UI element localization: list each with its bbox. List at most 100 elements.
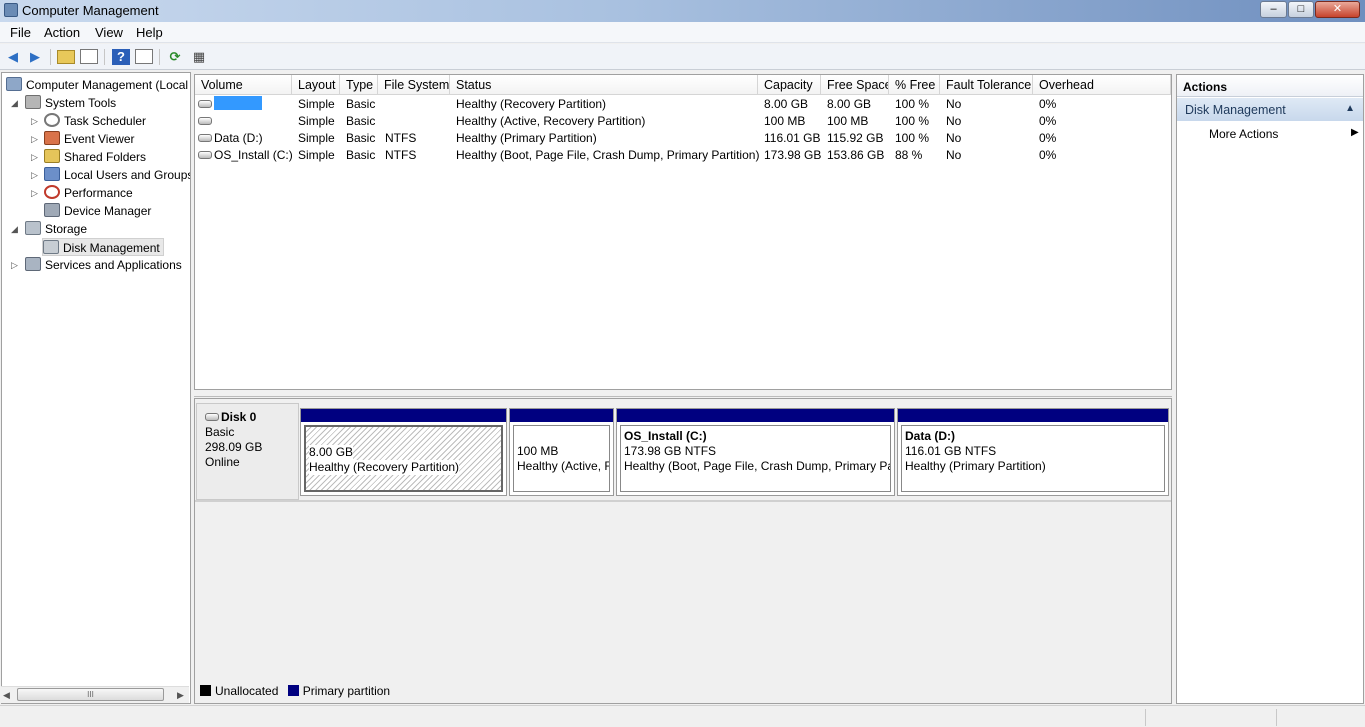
pane-splitter[interactable] (194, 391, 1172, 397)
column-header-file-system[interactable]: File System (378, 75, 450, 95)
menu-view[interactable]: View (95, 25, 123, 40)
column-header-capacity[interactable]: Capacity (758, 75, 821, 95)
volume-name-highlight (214, 96, 262, 110)
actions-section-disk-management[interactable]: Disk Management ▲ (1177, 98, 1363, 121)
console-tree: Computer Management (Local ◢ System Tool… (1, 72, 191, 704)
submenu-arrow-icon[interactable]: ▶ (1351, 127, 1359, 138)
back-arrow-icon[interactable]: ◀ (4, 48, 22, 66)
window-title: Computer Management (22, 3, 159, 18)
column-header-status[interactable]: Status (450, 75, 758, 95)
scroll-left-icon[interactable]: ◀ (3, 690, 10, 701)
column-header-free-space[interactable]: Free Space (821, 75, 889, 95)
scroll-thumb[interactable]: III (17, 688, 164, 701)
partition-size: 116.01 GB NTFS (905, 444, 997, 458)
more-actions-link[interactable]: More Actions (1209, 127, 1278, 141)
app-icon (4, 3, 18, 17)
properties-icon[interactable]: ▦ (190, 48, 208, 66)
column-header-percent-free[interactable]: % Free (889, 75, 940, 95)
partition-system-reserved[interactable]: 100 MB Healthy (Active, R (509, 408, 614, 496)
tree-item-services[interactable]: Services and Applications (25, 256, 182, 274)
tree-item-performance[interactable]: Performance (44, 184, 133, 202)
collapse-arrow-icon[interactable]: ◢ (11, 94, 18, 112)
disk-0-label[interactable]: Disk 0 Basic 298.09 GB Online (196, 403, 299, 500)
legend: Unallocated Primary partition (200, 684, 390, 700)
table-cell: 0% (1039, 114, 1057, 128)
disk-row-divider (195, 500, 1171, 502)
minimize-icon: – (1270, 3, 1277, 15)
forward-arrow-icon[interactable]: ▶ (26, 48, 44, 66)
partition-size: 8.00 GB (309, 445, 354, 460)
partition-recovery[interactable]: 8.00 GB Healthy (Recovery Partition) (300, 408, 507, 496)
status-bar (0, 705, 1365, 727)
clock-icon (44, 113, 60, 127)
disk-title: Disk 0 (205, 410, 290, 425)
expand-arrow-icon[interactable]: ▷ (31, 148, 38, 166)
table-cell: Simple (298, 114, 335, 128)
expand-arrow-icon[interactable]: ▷ (31, 130, 38, 148)
expand-arrow-icon[interactable]: ▷ (31, 112, 38, 130)
tree-item-disk-management[interactable]: Disk Management (42, 238, 164, 256)
expand-arrow-icon[interactable]: ▷ (31, 166, 38, 184)
column-header-layout[interactable]: Layout (292, 75, 340, 95)
menu-action[interactable]: Action (44, 25, 80, 40)
toolbar-separator (159, 49, 160, 65)
collapse-arrow-icon[interactable]: ◢ (11, 220, 18, 238)
table-cell: Healthy (Boot, Page File, Crash Dump, Pr… (456, 148, 760, 162)
refresh-icon[interactable]: ⟳ (166, 48, 184, 66)
tree-item-local-users[interactable]: Local Users and Groups (44, 166, 190, 184)
menu-file[interactable]: File (10, 25, 31, 40)
column-header-volume[interactable]: Volume (195, 75, 292, 95)
menu-help[interactable]: Help (136, 25, 163, 40)
tree-item-task-scheduler[interactable]: Task Scheduler (44, 112, 146, 130)
toolbar-separator (104, 49, 105, 65)
partition-body: Data (D:) 116.01 GB NTFS Healthy (Primar… (901, 425, 1165, 492)
column-header-overhead[interactable]: Overhead (1033, 75, 1171, 95)
volume-list: Volume Layout Type File System Status Ca… (194, 74, 1172, 390)
tree-horizontal-scrollbar[interactable]: ◀ III ▶ (1, 686, 189, 703)
tree-item-event-viewer[interactable]: Event Viewer (44, 130, 134, 148)
tree-item-shared-folders[interactable]: Shared Folders (44, 148, 146, 166)
up-folder-icon[interactable] (57, 50, 75, 64)
partition-size: 173.98 GB NTFS (624, 444, 717, 458)
table-cell: 8.00 GB (764, 97, 809, 111)
toolbar: ◀ ▶ ? ⟳ ▦ (0, 44, 1365, 70)
close-button[interactable]: ✕ (1315, 1, 1360, 18)
tree-item-system-tools[interactable]: System Tools (25, 94, 116, 112)
help-icon[interactable]: ? (112, 49, 130, 65)
actions-header: Actions (1177, 75, 1363, 97)
expand-arrow-icon[interactable]: ▷ (11, 256, 18, 274)
collapse-up-icon[interactable]: ▲ (1345, 103, 1355, 114)
legend-unallocated: Unallocated (215, 684, 279, 698)
show-hide-action-pane-icon[interactable] (135, 49, 153, 64)
minimize-button[interactable]: – (1260, 1, 1287, 18)
disk-size: 298.09 GB (205, 440, 263, 454)
partition-size: 100 MB (517, 444, 559, 458)
table-cell: 115.92 GB (827, 131, 884, 145)
expand-arrow-icon[interactable]: ▷ (31, 184, 38, 202)
actions-pane: Actions Disk Management ▲ More Actions ▶ (1176, 74, 1364, 704)
partition-header (617, 409, 894, 422)
partition-status: Healthy (Boot, Page File, Crash Dump, Pr… (624, 459, 891, 473)
table-cell: 100 % (895, 131, 930, 145)
partition-data[interactable]: Data (D:) 116.01 GB NTFS Healthy (Primar… (897, 408, 1169, 496)
tree-item-device-manager[interactable]: Device Manager (44, 202, 151, 220)
show-hide-tree-icon[interactable] (80, 49, 98, 64)
partition-status: Healthy (Active, R (517, 459, 610, 473)
scroll-right-icon[interactable]: ▶ (177, 690, 184, 701)
partition-status: Healthy (Primary Partition) (905, 459, 1046, 473)
table-cell: No (946, 131, 962, 145)
table-row[interactable] (198, 96, 262, 113)
table-row[interactable]: Data (D:) (198, 130, 263, 147)
partition-os-install[interactable]: OS_Install (C:) 173.98 GB NTFS Healthy (… (616, 408, 895, 496)
tree-item-computer-management[interactable]: Computer Management (Local (6, 76, 188, 94)
table-row[interactable] (198, 113, 214, 130)
column-header-type[interactable]: Type (340, 75, 378, 95)
maximize-button[interactable]: □ (1288, 1, 1314, 18)
table-cell: Basic (346, 114, 376, 128)
column-header-fault-tolerance[interactable]: Fault Tolerance (940, 75, 1033, 95)
table-row[interactable]: OS_Install (C:) (198, 147, 293, 164)
table-cell: 8.00 GB (827, 97, 872, 111)
table-cell: No (946, 97, 962, 111)
tree-item-storage[interactable]: Storage (25, 220, 87, 238)
partition-header (301, 409, 506, 422)
